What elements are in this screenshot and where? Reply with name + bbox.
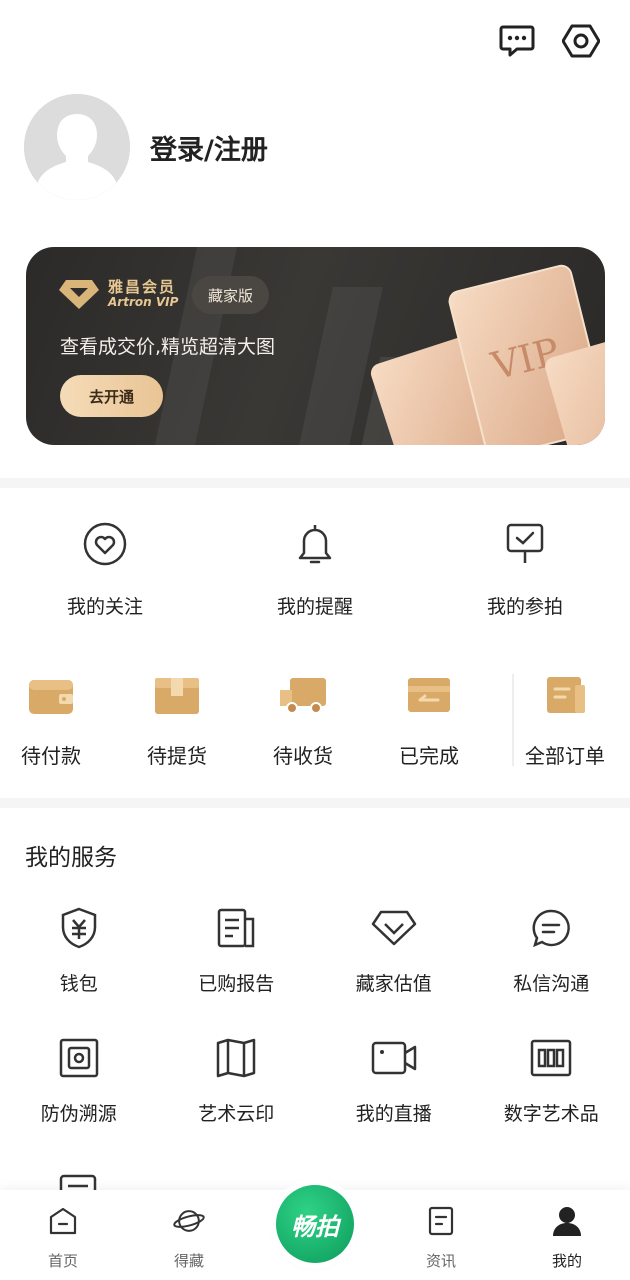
avatar[interactable] [24,94,130,200]
service-label: 钱包 [59,973,98,995]
order-label: 全部订单 [525,744,605,768]
services-grid: 钱包 已购报告 藏家估值 私信沟通 防伪溯源 艺术云印 我的直播 数字艺术品 [0,905,630,1165]
tab-home[interactable]: 首页 [0,1190,126,1280]
diamond-logo-icon [59,280,99,309]
quick-link-remind[interactable]: 我的提醒 [210,520,420,619]
package-icon [152,670,202,720]
service-label: 已购报告 [198,973,275,995]
order-completed[interactable]: 已完成 [366,670,492,769]
section-divider [0,478,630,488]
user-icon [550,1204,584,1238]
center-auction-button[interactable]: 畅拍 [276,1185,354,1263]
quick-link-label: 我的提醒 [276,596,353,618]
video-icon [371,1035,417,1081]
order-all[interactable]: 全部订单 [502,670,628,769]
order-label: 已完成 [399,744,459,768]
top-actions [498,22,600,60]
tab-news[interactable]: 资讯 [378,1190,504,1280]
vip-logo: 雅昌会员 Artron VIP [58,277,178,311]
digital-art-icon [528,1035,574,1081]
message-icon[interactable] [498,22,536,60]
vip-open-button[interactable]: 去开通 [60,375,163,417]
news-icon [424,1204,458,1238]
home-icon [46,1204,80,1238]
truck-icon [278,670,328,720]
service-private-chat[interactable]: 私信沟通 [473,905,630,1035]
order-pending-pickup[interactable]: 待提货 [114,670,240,769]
book-open-icon [213,1035,259,1081]
wallet-icon [26,670,76,720]
service-wallet[interactable]: 钱包 [0,905,158,1035]
service-live[interactable]: 我的直播 [315,1035,473,1165]
vip-brand-en: Artron VIP [108,294,179,309]
tab-label: 我的 [551,1252,582,1270]
tab-label: 首页 [47,1252,78,1270]
chat-icon [528,905,574,951]
tab-mine[interactable]: 我的 [504,1190,630,1280]
order-label: 待付款 [21,744,81,768]
order-pending-receipt[interactable]: 待收货 [240,670,366,769]
bell-icon [291,520,339,568]
vip-banner[interactable]: 雅昌会员 Artron VIP 藏家版 查看成交价,精览超清大图 去开通 VIP [26,247,605,445]
quick-link-label: 我的参拍 [486,596,563,618]
service-anti-fake[interactable]: 防伪溯源 [0,1035,158,1165]
vip-brand-cn: 雅昌会员 [108,278,177,297]
service-label: 艺术云印 [198,1103,275,1125]
tab-label: 得藏 [173,1252,204,1270]
settings-icon[interactable] [562,22,600,60]
tab-label: 资讯 [425,1252,456,1270]
services-title: 我的服务 [25,845,117,871]
service-report[interactable]: 已购报告 [158,905,316,1035]
service-art-print[interactable]: 艺术云印 [158,1035,316,1165]
orders-doc-icon [540,670,590,720]
service-label: 数字艺术品 [503,1103,599,1125]
vip-cards-illustration: VIP [370,264,605,445]
wallet-shield-icon [56,905,102,951]
order-label: 待收货 [273,744,333,768]
card-done-icon [404,670,454,720]
quick-link-auction[interactable]: 我的参拍 [420,520,630,619]
login-register-link[interactable]: 登录/注册 [150,128,268,167]
order-label: 待提货 [147,744,207,768]
service-label: 防伪溯源 [40,1103,117,1125]
quick-link-follow[interactable]: 我的关注 [0,520,210,619]
anti-fake-icon [56,1035,102,1081]
section-divider [0,798,630,808]
auction-sign-icon [501,520,549,568]
partial-service-icon [58,1172,98,1192]
planet-icon [172,1204,206,1238]
tab-collect[interactable]: 得藏 [126,1190,252,1280]
vip-description: 查看成交价,精览超清大图 [60,336,276,358]
service-label: 私信沟通 [513,973,590,995]
service-label: 我的直播 [355,1103,432,1125]
service-valuation[interactable]: 藏家估值 [315,905,473,1035]
diamond-icon [371,905,417,951]
report-icon [213,905,259,951]
profile-header: 登录/注册 [24,94,268,200]
quick-links: 我的关注 我的提醒 我的参拍 [0,520,630,619]
quick-link-label: 我的关注 [66,596,143,618]
service-digital-art[interactable]: 数字艺术品 [473,1035,630,1165]
order-pending-payment[interactable]: 待付款 [0,670,114,769]
orders-row: 待付款 待提货 待收货 已完成 全部订单 [0,670,630,780]
service-label: 藏家估值 [355,973,432,995]
vip-tag: 藏家版 [192,276,270,314]
heart-icon [81,520,129,568]
